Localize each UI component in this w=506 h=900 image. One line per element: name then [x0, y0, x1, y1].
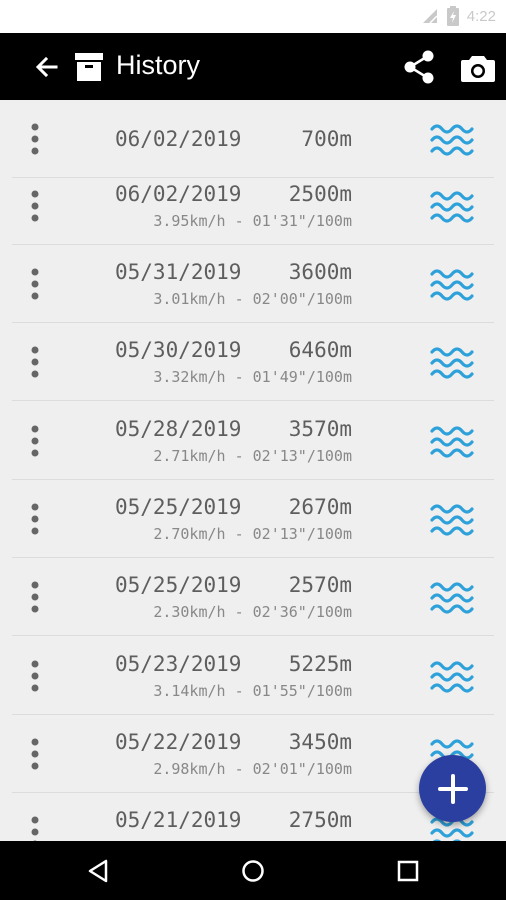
- session-date: 05/22/2019: [115, 730, 242, 754]
- home-circle-icon[interactable]: [239, 857, 267, 885]
- list-item[interactable]: 05/28/2019 3570m 2.71km/h - 02'13"/100m: [0, 402, 506, 480]
- session-distance: 2500m: [288, 182, 352, 206]
- session-date: 05/25/2019: [115, 573, 242, 597]
- list-item[interactable]: 05/23/2019 5225m 3.14km/h - 01'55"/100m: [0, 637, 506, 715]
- system-nav-bar: [0, 841, 506, 900]
- overflow-menu-icon[interactable]: [24, 659, 46, 693]
- status-icons: 4:22: [421, 6, 496, 26]
- overflow-menu-icon[interactable]: [24, 189, 46, 223]
- page-title: History: [116, 50, 201, 80]
- share-icon[interactable]: [402, 49, 436, 85]
- session-distance: 2570m: [288, 573, 352, 597]
- list-item[interactable]: 05/30/2019 6460m 3.32km/h - 01'49"/100m: [0, 323, 506, 401]
- plus-icon: [437, 773, 468, 804]
- app-bar: History: [0, 33, 506, 100]
- session-distance: 3600m: [288, 260, 352, 284]
- session-stats: 3.32km/h - 01'49"/100m: [153, 368, 352, 386]
- status-bar: 4:22: [0, 0, 506, 33]
- session-distance: 2670m: [288, 495, 352, 519]
- session-distance: 2750m: [288, 808, 352, 832]
- session-date: 05/25/2019: [115, 495, 242, 519]
- swim-waves-icon: [430, 347, 474, 379]
- session-stats: 2.30km/h - 02'36"/100m: [153, 603, 352, 621]
- back-triangle-icon[interactable]: [85, 857, 113, 885]
- session-stats: 3.01km/h - 02'00"/100m: [153, 290, 352, 308]
- add-session-button[interactable]: [419, 755, 486, 822]
- swim-waves-icon: [430, 269, 474, 301]
- session-stats: 2.98km/h - 02'01"/100m: [153, 760, 352, 778]
- camera-icon[interactable]: [460, 53, 496, 83]
- list-item[interactable]: 05/25/2019 2670m 2.70km/h - 02'13"/100m: [0, 480, 506, 558]
- session-distance: 700m: [301, 127, 352, 151]
- session-date: 05/21/2019: [115, 808, 242, 832]
- session-date: 06/02/2019: [115, 182, 242, 206]
- session-stats: 3.14km/h - 01'55"/100m: [153, 682, 352, 700]
- session-distance: 6460m: [288, 338, 352, 362]
- swim-waves-icon: [430, 124, 474, 156]
- list-item[interactable]: 06/02/2019 2500m 3.95km/h - 01'31"/100m: [0, 167, 506, 245]
- back-arrow-icon[interactable]: [31, 52, 61, 82]
- session-distance: 3570m: [288, 417, 352, 441]
- list-item[interactable]: 05/25/2019 2570m 2.30km/h - 02'36"/100m: [0, 558, 506, 636]
- divider: [12, 635, 494, 636]
- overflow-menu-icon[interactable]: [24, 580, 46, 614]
- battery-charging-icon: [446, 6, 459, 26]
- swim-waves-icon: [430, 504, 474, 536]
- session-distance: 5225m: [288, 652, 352, 676]
- session-distance: 3450m: [288, 730, 352, 754]
- session-date: 05/23/2019: [115, 652, 242, 676]
- session-date: 05/28/2019: [115, 417, 242, 441]
- status-time: 4:22: [466, 7, 496, 25]
- session-date: 05/30/2019: [115, 338, 242, 362]
- history-list[interactable]: 06/02/2019 700m 06/02/2019 2500m 3.95km/…: [0, 100, 506, 841]
- swim-waves-icon: [430, 582, 474, 614]
- session-stats: 2.71km/h - 02'13"/100m: [153, 447, 352, 465]
- overflow-menu-icon[interactable]: [24, 345, 46, 379]
- swim-waves-icon: [430, 661, 474, 693]
- session-date: 06/02/2019: [115, 127, 242, 151]
- overflow-menu-icon[interactable]: [24, 502, 46, 536]
- divider: [12, 400, 494, 401]
- archive-icon: [75, 53, 103, 81]
- overflow-menu-icon[interactable]: [24, 267, 46, 301]
- swim-waves-icon: [430, 191, 474, 223]
- recents-square-icon[interactable]: [394, 857, 422, 885]
- overflow-menu-icon[interactable]: [24, 737, 46, 771]
- session-date: 05/31/2019: [115, 260, 242, 284]
- signal-off-icon: [422, 9, 438, 24]
- swim-waves-icon: [430, 426, 474, 458]
- overflow-menu-icon[interactable]: [24, 424, 46, 458]
- session-stats: 2.70km/h - 02'13"/100m: [153, 525, 352, 543]
- session-stats: 3.95km/h - 01'31"/100m: [153, 212, 352, 230]
- overflow-menu-icon[interactable]: [24, 122, 46, 156]
- list-item[interactable]: 05/31/2019 3600m 3.01km/h - 02'00"/100m: [0, 245, 506, 323]
- overflow-menu-icon[interactable]: [24, 815, 46, 841]
